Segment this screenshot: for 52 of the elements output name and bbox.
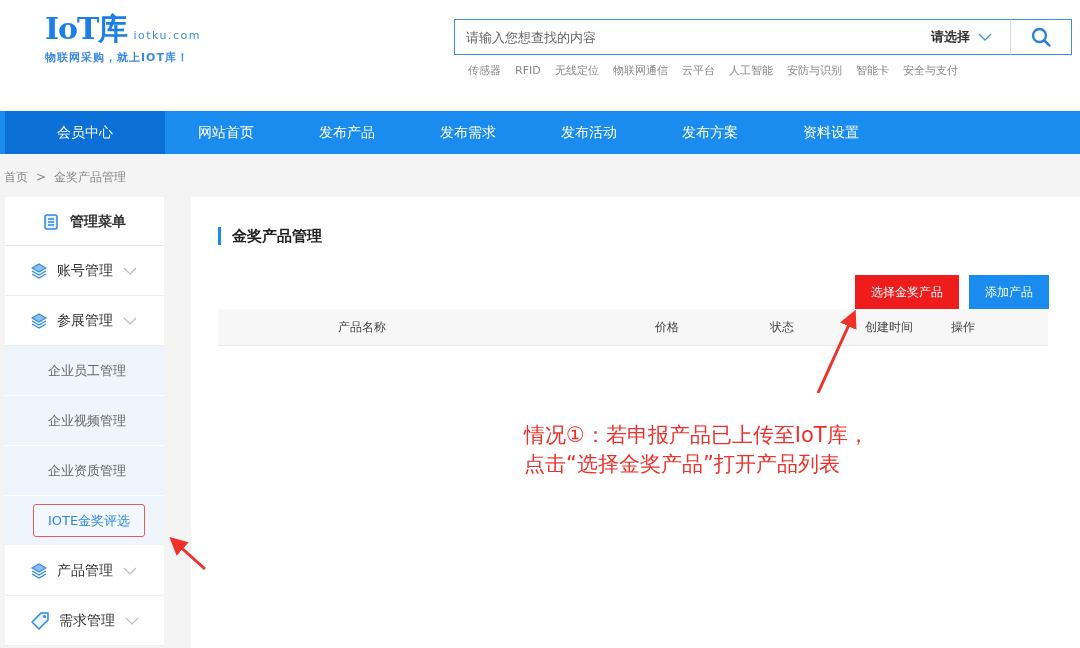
logo-slogan: 物联网采购，就上IOT库！ [45, 50, 190, 66]
search-field[interactable]: 请输入您想查找的内容 [454, 19, 931, 55]
nav-tab[interactable]: 发布方案 [649, 111, 770, 154]
sidebar-menu-item[interactable]: 账号管理 [5, 246, 164, 296]
tag-icon [31, 611, 49, 630]
search-icon [1031, 27, 1051, 47]
annotation-text: 情况①：若申报产品已上传至IoT库， 点击“选择金奖产品”打开产品列表 [524, 422, 869, 478]
hot-tag-link[interactable]: 无线定位 [554, 63, 599, 80]
clipboard-icon [43, 212, 58, 230]
breadcrumb-separator: > [36, 169, 47, 186]
hot-tag-link[interactable]: 安全与支付 [902, 63, 958, 80]
column-header: 产品名称 [337, 319, 387, 336]
breadcrumb-link[interactable]: 首页 [4, 168, 28, 197]
select-product-button[interactable]: 选择金奖产品 [855, 275, 959, 309]
chevron-down-icon [123, 316, 137, 325]
sidebar-menu-item[interactable]: 产品管理 [5, 546, 164, 596]
layers-icon [31, 312, 47, 329]
chevron-down-icon [123, 566, 137, 575]
nav-tab[interactable]: 会员中心 [5, 111, 165, 154]
logo-wordmark: IoT库 [45, 11, 128, 46]
hot-tag-link[interactable]: 安防与识别 [786, 63, 842, 80]
column-header: 状态 [769, 319, 795, 336]
hot-tag-link[interactable]: 人工智能 [728, 63, 773, 80]
add-product-button[interactable]: 添加产品 [969, 275, 1049, 309]
breadcrumb-link[interactable]: 金奖产品管理 [54, 168, 127, 197]
hot-tag-link[interactable]: 智能卡 [855, 63, 889, 80]
sidebar-menu-item[interactable]: 参展管理 [5, 296, 164, 346]
layers-icon [31, 262, 47, 279]
chevron-down-icon [978, 33, 992, 41]
sidebar-menu-item[interactable]: 需求管理 [5, 596, 164, 646]
hot-tag-link[interactable]: 物联网通信 [612, 63, 668, 80]
nav-tab[interactable]: 资料设置 [770, 111, 891, 154]
nav-tab[interactable]: 发布产品 [286, 111, 407, 154]
search-button[interactable] [1010, 19, 1072, 55]
sidebar-submenu-item[interactable]: IOTE金奖评选 [33, 503, 146, 538]
column-header: 创建时间 [864, 319, 914, 336]
column-header: 价格 [654, 319, 680, 336]
sidebar-title: 管理菜单 [69, 211, 126, 231]
hot-tag-link[interactable]: 传感器 [468, 63, 501, 80]
nav-tab[interactable]: 网站首页 [165, 111, 286, 154]
hot-tag-link[interactable]: RFID [515, 63, 541, 80]
nav-tab[interactable]: 发布活动 [528, 111, 649, 154]
annotation-arrow [169, 537, 206, 571]
category-dropdown[interactable]: 请选择 [931, 19, 1010, 55]
nav-tab[interactable]: 发布需求 [407, 111, 528, 154]
hot-tag-link[interactable]: 云平台 [681, 63, 715, 80]
panel-title: 金奖产品管理 [218, 227, 1053, 245]
layers-icon [31, 562, 47, 579]
logo-domain: iotku.com [133, 29, 201, 42]
chevron-down-icon [123, 266, 137, 275]
column-header: 操作 [950, 319, 976, 336]
chevron-down-icon [125, 616, 139, 625]
